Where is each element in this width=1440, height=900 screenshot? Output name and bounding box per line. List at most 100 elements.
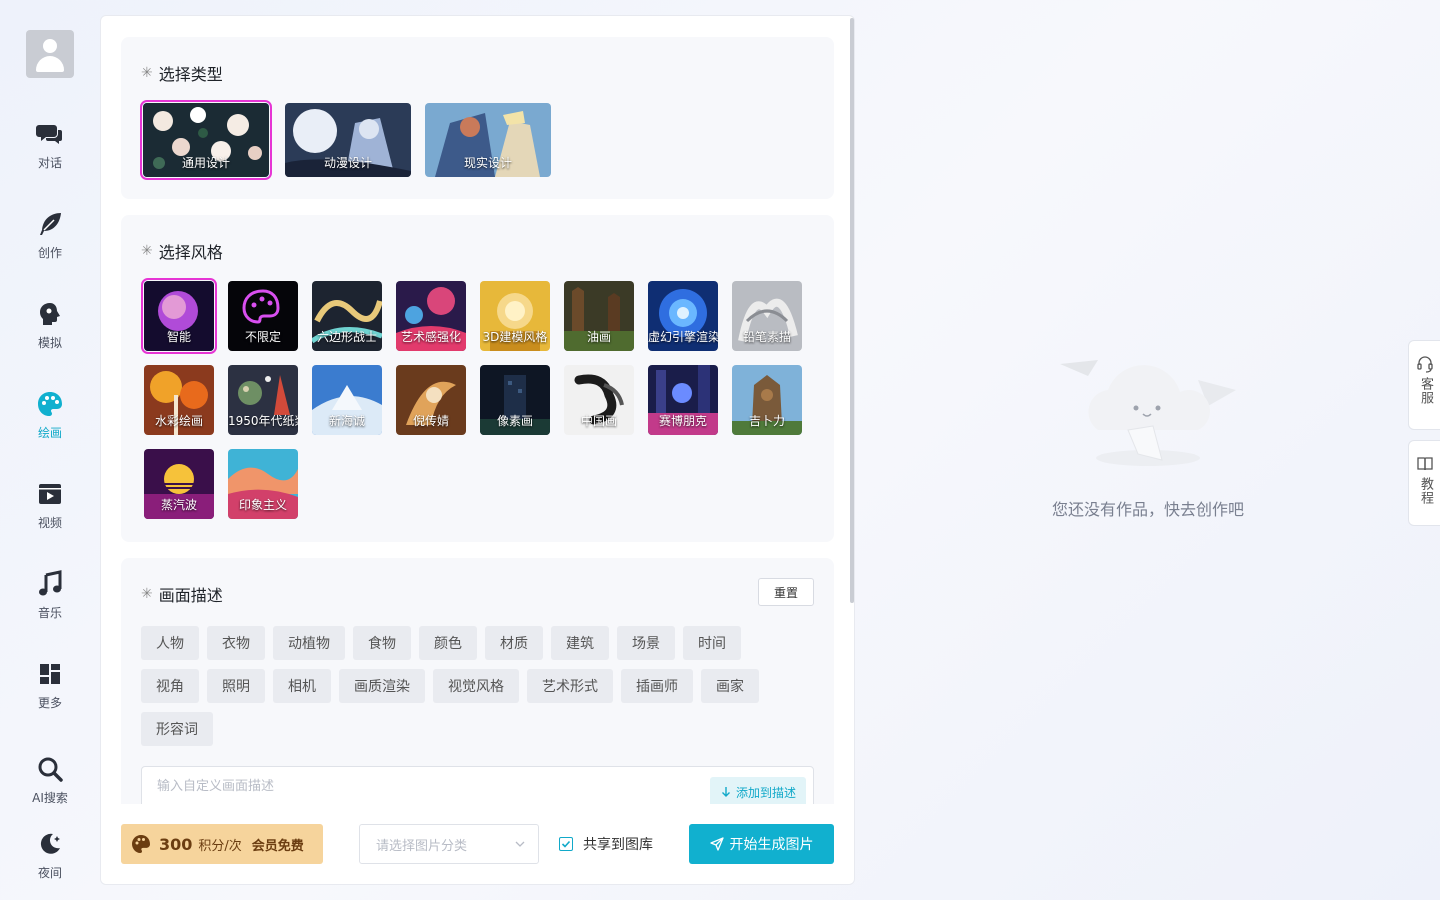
share-to-gallery-toggle[interactable]: 共享到图库 xyxy=(559,824,653,864)
tag-chip[interactable]: 食物 xyxy=(353,626,411,660)
nav-item-night-mode[interactable]: 夜间 xyxy=(0,830,100,900)
description-placeholder: 输入自定义画面描述 xyxy=(157,779,275,794)
tag-chip[interactable]: 颜色 xyxy=(419,626,477,660)
style-option[interactable]: 铅笔素描 xyxy=(732,281,802,351)
nav-label: 对话 xyxy=(37,156,62,170)
grid-icon xyxy=(40,664,60,684)
type-option-anime[interactable]: 动漫设计 xyxy=(285,103,411,177)
nav-item-music[interactable]: 音乐 xyxy=(0,570,100,640)
music-note-icon xyxy=(39,570,62,596)
style-option[interactable]: 1950年代纸浆 xyxy=(228,365,298,435)
tutorial-tab[interactable]: 教程 xyxy=(1408,440,1440,526)
style-option[interactable]: 油画 xyxy=(564,281,634,351)
category-select[interactable]: 请选择图片分类 xyxy=(359,824,539,864)
nav-label: 创作 xyxy=(37,246,62,260)
tag-chip[interactable]: 时间 xyxy=(683,626,741,660)
share-label: 共享到图库 xyxy=(583,837,653,853)
style-option-label: 印象主义 xyxy=(238,498,287,512)
nav-label: AI搜索 xyxy=(32,791,68,805)
type-option-general[interactable]: 通用设计 xyxy=(140,100,272,180)
tag-chip[interactable]: 照明 xyxy=(207,669,265,703)
nav-item-ai-search[interactable]: AI搜索 xyxy=(0,755,100,825)
customer-service-tab[interactable]: 客服 xyxy=(1408,340,1440,430)
tag-chip[interactable]: 人物 xyxy=(141,626,199,660)
style-option-label: 蒸汽波 xyxy=(160,498,197,512)
palette-icon xyxy=(38,392,62,416)
nav-item-simulate[interactable]: 模拟 xyxy=(0,300,100,370)
style-option[interactable]: 印象主义 xyxy=(228,449,298,519)
tag-chip[interactable]: 材质 xyxy=(485,626,543,660)
tag-chip[interactable]: 艺术形式 xyxy=(527,669,613,703)
style-option[interactable]: 中国画 xyxy=(564,365,634,435)
asterisk-icon: ✳ xyxy=(141,65,153,81)
nav-item-create[interactable]: 创作 xyxy=(0,210,100,280)
type-section: ✳ 选择类型 通用设计 动漫设计 现实设计 xyxy=(121,37,834,199)
points-unit: 积分/次 xyxy=(198,838,242,854)
style-option[interactable]: 艺术感强化 xyxy=(396,281,466,351)
share-checkbox[interactable] xyxy=(559,837,573,851)
style-option-label: 六边形战士 xyxy=(316,330,377,344)
chevron-down-icon xyxy=(515,841,525,847)
asterisk-icon: ✳ xyxy=(141,586,153,602)
style-option-label: 虚幻引擎渲染 xyxy=(648,330,718,344)
avatar[interactable] xyxy=(26,30,74,78)
tag-chip[interactable]: 建筑 xyxy=(551,626,609,660)
style-option-label: 新海诚 xyxy=(328,414,365,428)
tag-chip[interactable]: 场景 xyxy=(617,626,675,660)
draw-settings-panel: ✳ 选择类型 通用设计 动漫设计 现实设计 ✳ 选择风格 智能 不限定 六边形战… xyxy=(100,15,855,885)
style-section-title: ✳ 选择风格 xyxy=(141,243,223,262)
arrow-down-icon xyxy=(721,787,730,797)
tag-chip[interactable]: 形容词 xyxy=(141,712,213,746)
style-option-label: 不限定 xyxy=(244,330,281,344)
style-option[interactable]: 吉卜力 xyxy=(732,365,802,435)
headset-icon xyxy=(1417,356,1433,373)
nav-label: 绘画 xyxy=(37,426,62,440)
style-option-label: 油画 xyxy=(586,330,611,344)
style-option[interactable]: 智能 xyxy=(141,278,217,354)
style-option[interactable]: 六边形战士 xyxy=(312,281,382,351)
style-option[interactable]: 3D建模风格 xyxy=(480,281,550,351)
tag-chip[interactable]: 画质渲染 xyxy=(339,669,425,703)
style-option[interactable]: 新海诚 xyxy=(312,365,382,435)
type-option-realistic[interactable]: 现实设计 xyxy=(425,103,551,177)
nav-item-more[interactable]: 更多 xyxy=(0,660,100,730)
style-option[interactable]: 赛博朋克 xyxy=(648,365,718,435)
nav-label: 视频 xyxy=(37,516,62,530)
asterisk-icon: ✳ xyxy=(141,243,153,259)
style-option-label: 吉卜力 xyxy=(748,414,785,428)
style-option[interactable]: 不限定 xyxy=(228,281,298,351)
style-option[interactable]: 蒸汽波 xyxy=(144,449,214,519)
nav-label: 夜间 xyxy=(37,866,62,880)
nav-item-paint[interactable]: 绘画 xyxy=(0,390,100,460)
member-free-label: 会员免费 xyxy=(251,838,304,854)
style-option-label: 智能 xyxy=(166,330,191,344)
video-icon xyxy=(39,484,61,504)
search-icon xyxy=(38,757,63,782)
tag-chip[interactable]: 衣物 xyxy=(207,626,265,660)
generate-image-button[interactable]: 开始生成图片 xyxy=(689,824,834,864)
tag-chip[interactable]: 画家 xyxy=(701,669,759,703)
reset-button[interactable]: 重置 xyxy=(758,578,814,606)
style-option[interactable]: 倪传婧 xyxy=(396,365,466,435)
tag-chip[interactable]: 相机 xyxy=(273,669,331,703)
nav-item-video[interactable]: 视频 xyxy=(0,480,100,550)
style-option[interactable]: 虚幻引擎渲染 xyxy=(648,281,718,351)
style-option-label: 水彩绘画 xyxy=(154,414,203,428)
tag-chip[interactable]: 视角 xyxy=(141,669,199,703)
type-option-label: 动漫设计 xyxy=(323,156,372,170)
check-icon xyxy=(561,840,571,848)
moon-icon xyxy=(40,833,60,854)
style-option-label: 中国画 xyxy=(580,414,617,428)
style-option[interactable]: 水彩绘画 xyxy=(144,365,214,435)
nav-item-chat[interactable]: 对话 xyxy=(0,120,100,190)
tag-chip[interactable]: 动植物 xyxy=(273,626,345,660)
panel-scrollbar[interactable] xyxy=(850,18,854,603)
category-placeholder: 请选择图片分类 xyxy=(376,838,468,854)
tag-chip[interactable]: 视觉风格 xyxy=(433,669,519,703)
feather-icon xyxy=(40,213,61,235)
add-to-description-button[interactable]: 添加到描述 xyxy=(709,777,806,807)
style-option[interactable]: 像素画 xyxy=(480,365,550,435)
palette-icon xyxy=(132,835,150,853)
style-option-label: 1950年代纸浆 xyxy=(228,414,298,428)
tag-chip[interactable]: 插画师 xyxy=(621,669,693,703)
